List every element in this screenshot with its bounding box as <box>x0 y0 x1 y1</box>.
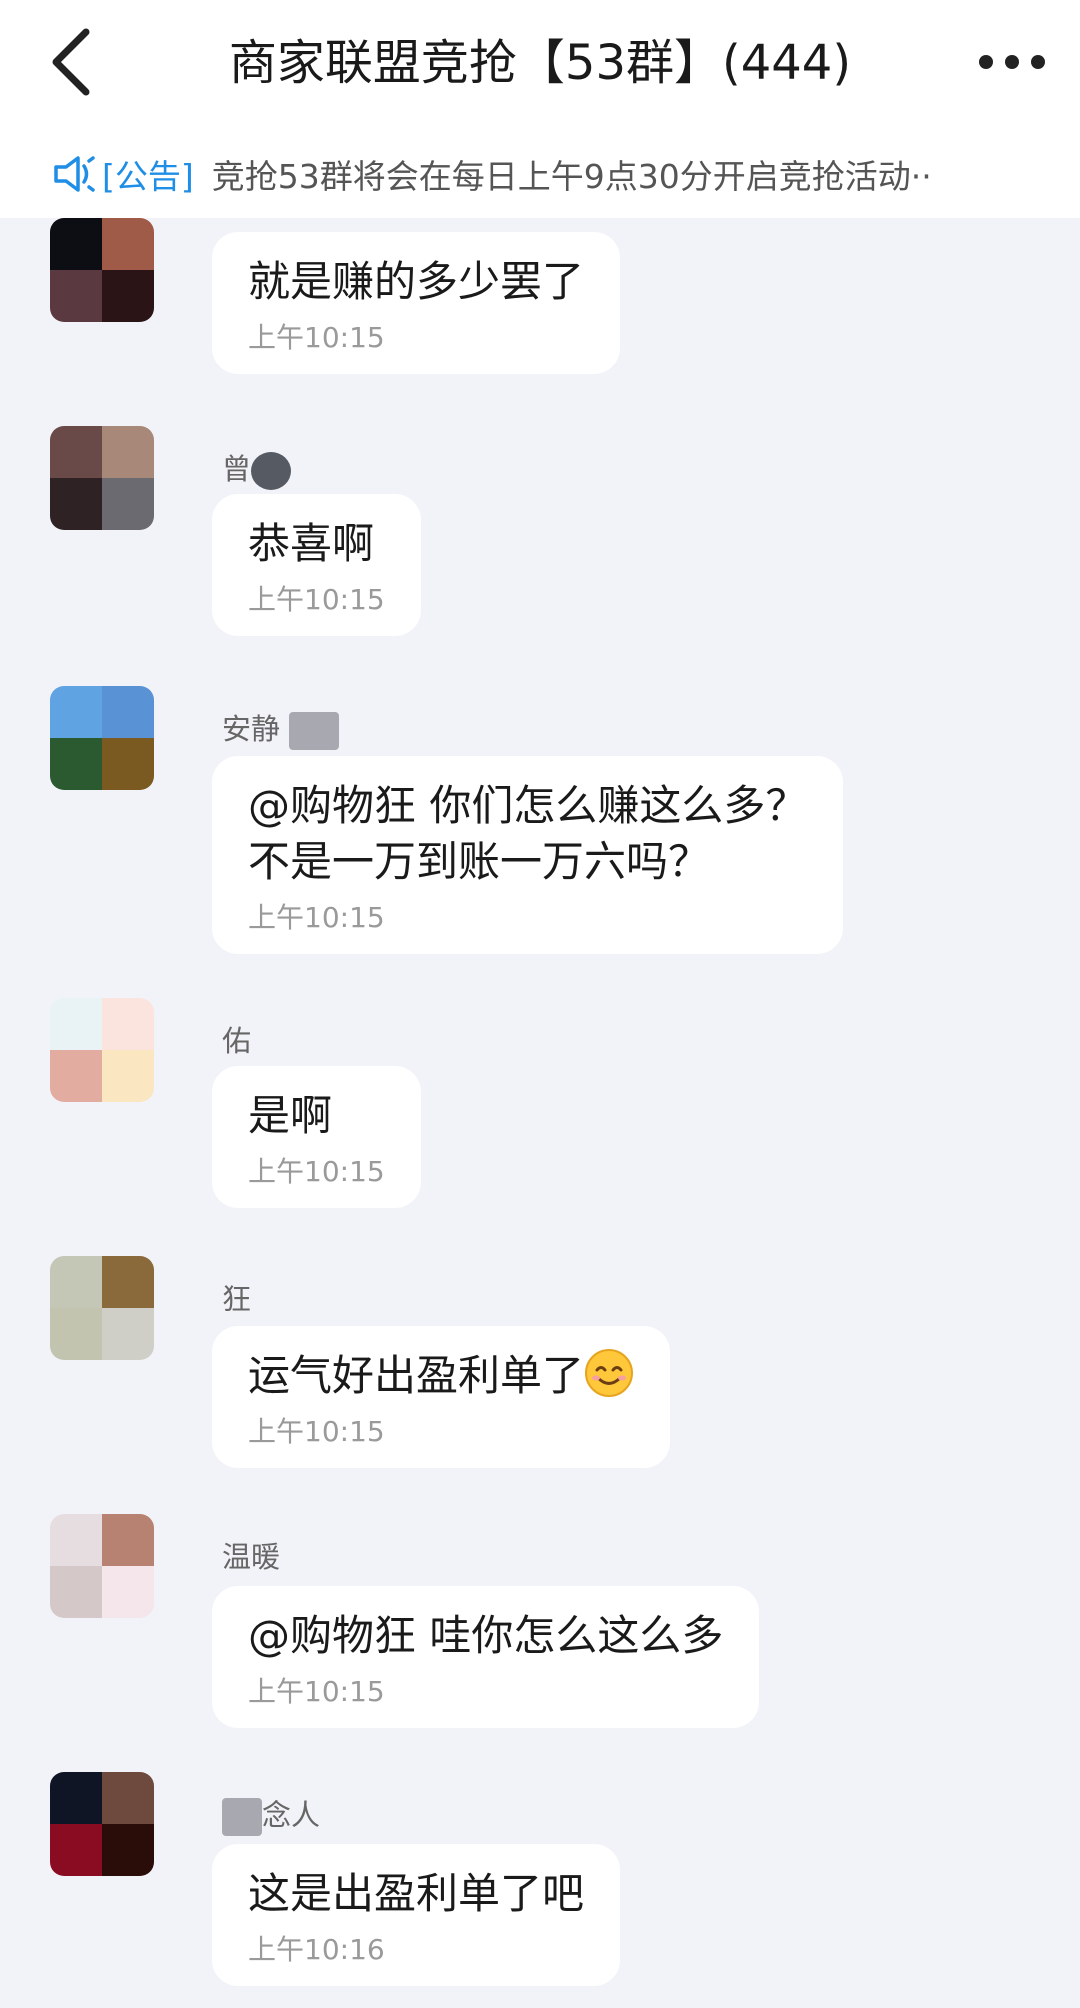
chat-title: 商家联盟竞抢【53群】(444) <box>228 35 852 91</box>
message-time: 上午10:15 <box>248 901 385 934</box>
more-options-button[interactable] <box>972 40 1052 84</box>
message-list[interactable]: 就是赚的多少罢了 上午10:15 曾 恭喜啊 上午10:15 安静 @购物狂 你… <box>0 218 1080 2008</box>
message-time: 上午10:16 <box>248 1933 385 1966</box>
avatar[interactable] <box>50 998 154 1102</box>
message-text: 恭喜啊 <box>248 519 375 568</box>
message-text: 这是出盈利单了吧 <box>248 1869 585 1918</box>
message-time: 上午10:15 <box>248 321 385 354</box>
sender-name: 曾 <box>222 446 292 490</box>
sender-name: 佑 <box>222 1024 252 1058</box>
message-text: @购物狂 哇你怎么这么多 <box>248 1611 724 1660</box>
message-time: 上午10:15 <box>248 1675 385 1708</box>
message-time: 上午10:15 <box>248 1415 385 1448</box>
chat-header: 商家联盟竞抢【53群】(444) [公告] 竞抢53群将会在每日上午9点30分开… <box>0 0 1080 218</box>
announcement-tag: [公告] <box>102 157 194 196</box>
message-time: 上午10:15 <box>248 1155 385 1188</box>
avatar[interactable] <box>50 218 154 322</box>
message-bubble[interactable]: @购物狂 哇你怎么这么多 上午10:15 <box>212 1586 760 1728</box>
message-text: @购物狂 你们怎么赚这么多？ <box>248 781 808 830</box>
announcement-text: 竞抢53群将会在每日上午9点30分开启竞抢活动·· <box>211 157 932 196</box>
speaker-icon <box>54 156 95 192</box>
group-announcement-bar[interactable]: [公告] 竞抢53群将会在每日上午9点30分开启竞抢活动·· <box>0 140 1080 208</box>
sender-name: 温暖 <box>222 1540 281 1574</box>
sender-name: 安静 <box>222 706 340 750</box>
sender-name: 狂 <box>222 1282 252 1316</box>
smiling-face-emoji-icon <box>585 1349 634 1397</box>
message-bubble[interactable]: 就是赚的多少罢了 上午10:15 <box>212 232 621 374</box>
message-text: 运气好出盈利单了 <box>248 1348 634 1404</box>
message-time: 上午10:15 <box>248 583 385 616</box>
chevron-left-icon <box>52 28 90 96</box>
avatar[interactable] <box>50 1514 154 1618</box>
message-text-line2: 不是一万到账一万六吗？ <box>248 837 711 886</box>
message-bubble[interactable]: 是啊 上午10:15 <box>212 1066 421 1208</box>
message-text: 就是赚的多少罢了 <box>248 257 585 306</box>
message-bubble[interactable]: 恭喜啊 上午10:15 <box>212 494 421 636</box>
avatar[interactable] <box>50 1256 154 1360</box>
message-bubble[interactable]: 这是出盈利单了吧 上午10:16 <box>212 1844 621 1986</box>
message-bubble[interactable]: 运气好出盈利单了 上午10:15 <box>212 1326 671 1468</box>
avatar[interactable] <box>50 686 154 790</box>
sender-name: 念人 <box>222 1792 320 1836</box>
message-bubble[interactable]: @购物狂 你们怎么赚这么多？ 不是一万到账一万六吗？ 上午10:15 <box>212 756 844 954</box>
message-text: 是啊 <box>248 1091 333 1140</box>
more-dots-icon <box>979 55 1045 69</box>
avatar[interactable] <box>50 1772 154 1876</box>
avatar[interactable] <box>50 426 154 530</box>
back-button[interactable] <box>40 22 110 102</box>
